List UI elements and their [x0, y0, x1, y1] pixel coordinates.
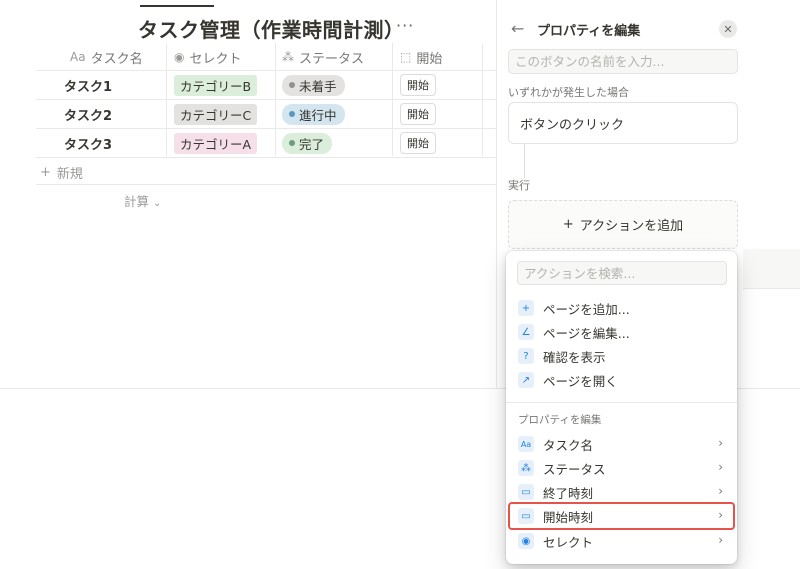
trigger-selector[interactable]: ボタンのクリック — [508, 102, 738, 144]
add-action-button[interactable]: + アクションを追加 — [508, 200, 738, 249]
chevron-right-icon: › — [718, 436, 723, 450]
action-search-input[interactable] — [517, 261, 727, 285]
status-tag[interactable]: 完了 — [282, 132, 333, 154]
menu-item-property-status[interactable]: ⁂ ステータス › — [510, 456, 733, 480]
panel-footer — [743, 249, 800, 289]
plus-icon: + — [518, 300, 534, 316]
button-property-icon: ⬚ — [400, 50, 412, 64]
section-title: プロパティを編集 — [518, 414, 602, 426]
status-tag[interactable]: 未着手 — [282, 74, 345, 96]
view-tab-underline — [140, 5, 214, 7]
status-property-icon: ⁂ — [282, 50, 294, 64]
column-header-start[interactable]: ⬚ 開始 — [400, 43, 442, 71]
start-button[interactable]: 開始 — [400, 132, 436, 154]
calendar-icon: ▭ — [518, 484, 534, 500]
close-icon[interactable]: ✕ — [719, 20, 737, 38]
status-dot-icon — [289, 111, 295, 117]
column-header-status[interactable]: ⁂ ステータス — [282, 43, 364, 71]
table-row[interactable]: タスク3 カテゴリーA 完了 開始 — [36, 129, 496, 158]
text-property-icon: Aa — [518, 436, 534, 452]
chevron-right-icon: › — [718, 484, 723, 498]
column-header-select[interactable]: ◉ セレクト — [174, 43, 242, 71]
menu-item-property-task-name[interactable]: Aa タスク名 › — [510, 432, 733, 456]
status-dot-icon — [289, 82, 295, 88]
more-icon[interactable]: ··· — [396, 16, 414, 35]
column-header-task-name[interactable]: Aa タスク名 — [70, 43, 143, 71]
chevron-right-icon: › — [718, 533, 723, 547]
chevron-right-icon: › — [718, 508, 723, 522]
select-property-icon: ◉ — [518, 533, 534, 549]
calculate-button[interactable]: 計算 ⌄ — [124, 191, 161, 210]
menu-item-edit-page[interactable]: ∠ ページを編集... — [510, 320, 733, 344]
back-arrow-icon[interactable]: ← — [511, 19, 524, 38]
menu-item-property-select[interactable]: ◉ セレクト › — [510, 529, 733, 553]
edit-icon: ∠ — [518, 324, 534, 340]
select-tag[interactable]: カテゴリーC — [174, 103, 258, 125]
select-property-icon: ◉ — [174, 50, 185, 64]
button-name-input[interactable] — [508, 49, 738, 74]
select-tag[interactable]: カテゴリーB — [174, 74, 258, 96]
chevron-down-icon: ⌄ — [153, 198, 162, 209]
menu-item-open-page[interactable]: ↗ ページを開く — [510, 368, 733, 392]
action-label: 実行 — [508, 179, 530, 192]
text-property-icon: Aa — [70, 50, 86, 64]
database-title[interactable]: タスク管理（作業時間計測） — [138, 14, 405, 44]
start-button[interactable]: 開始 — [400, 74, 436, 96]
status-property-icon: ⁂ — [518, 460, 534, 476]
question-icon: ? — [518, 348, 534, 364]
menu-item-property-end-time[interactable]: ▭ 終了時刻 › — [510, 480, 733, 504]
plus-icon: + — [40, 165, 51, 180]
menu-item-add-page[interactable]: + ページを追加... — [510, 296, 733, 320]
calendar-icon: ▭ — [518, 508, 534, 524]
action-menu: + ページを追加... ∠ ページを編集... ? 確認を表示 ↗ ページを開く… — [506, 251, 737, 564]
status-dot-icon — [289, 140, 295, 146]
task-name[interactable]: タスク3 — [64, 134, 112, 153]
start-button[interactable]: 開始 — [400, 103, 436, 125]
task-name[interactable]: タスク1 — [64, 76, 112, 95]
menu-item-property-start-time[interactable]: ▭ 開始時刻 › — [508, 502, 735, 530]
status-tag[interactable]: 進行中 — [282, 103, 345, 125]
connector-line — [524, 144, 525, 178]
panel-title: プロパティを編集 — [537, 24, 641, 39]
open-arrow-icon: ↗ — [518, 372, 534, 388]
select-tag[interactable]: カテゴリーA — [174, 132, 258, 154]
task-name[interactable]: タスク2 — [64, 105, 112, 124]
divider — [506, 402, 737, 403]
table-header: Aa タスク名 ◉ セレクト ⁂ ステータス ⬚ 開始 — [36, 43, 496, 71]
chevron-right-icon: › — [718, 460, 723, 474]
divider — [36, 184, 496, 185]
table-row[interactable]: タスク1 カテゴリーB 未着手 開始 — [36, 71, 496, 100]
table-row[interactable]: タスク2 カテゴリーC 進行中 開始 — [36, 100, 496, 129]
menu-item-show-confirm[interactable]: ? 確認を表示 — [510, 344, 733, 368]
trigger-label: いずれかが発生した場合 — [508, 86, 629, 99]
new-row-button[interactable]: + 新規 — [40, 163, 83, 182]
plus-icon: + — [562, 217, 574, 232]
